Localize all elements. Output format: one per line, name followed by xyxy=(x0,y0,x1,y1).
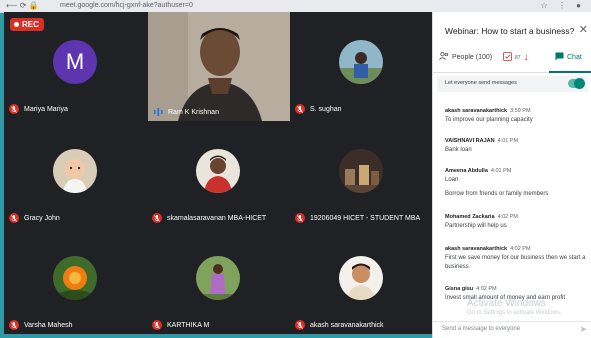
recording-badge: REC xyxy=(10,18,44,31)
recording-label: REC xyxy=(22,20,39,29)
participant-tile[interactable]: KARTHIKA M xyxy=(147,228,289,334)
toggle-label: Let everyone send messages xyxy=(445,80,517,86)
tab-raise-hands[interactable]: 87 ↓ xyxy=(503,52,529,63)
message-sender: Gisna gisu xyxy=(445,286,474,292)
avatar xyxy=(339,256,383,300)
avatar xyxy=(339,149,383,193)
meeting-grid: M Mariya Mariya Ram K Krishnan S. sughan… xyxy=(4,12,432,334)
chat-messages: akash saravanakarthick 3:59 PM To improve… xyxy=(433,96,591,316)
message-composer: Send a message to everyone ➤ xyxy=(433,321,591,338)
mic-off-icon xyxy=(9,213,19,223)
message-text: Loan xyxy=(445,177,459,183)
mic-off-icon xyxy=(9,320,19,330)
chat-message: akash saravanakarthick 4:02 PM First we s… xyxy=(445,246,588,272)
people-icon xyxy=(439,52,449,62)
tab-chat-label: Chat xyxy=(567,54,582,61)
mic-off-icon xyxy=(152,320,162,330)
message-sender: Ameena Abdulla xyxy=(445,168,488,174)
tab-people-label: People (100) xyxy=(452,53,493,61)
raise-hand-icon xyxy=(503,52,512,63)
panel-title: Webinar: How to start a business? xyxy=(445,26,575,36)
avatar xyxy=(196,256,240,300)
side-panel: Webinar: How to start a business? ✕ Peop… xyxy=(432,12,591,338)
record-dot-icon xyxy=(14,22,19,27)
active-tab-indicator xyxy=(549,71,591,73)
speaking-indicator-icon xyxy=(153,107,163,117)
raise-count: 87 xyxy=(515,54,521,61)
browser-nav-icons[interactable]: ⟵ ⟳ 🔒 xyxy=(6,0,39,12)
message-text: Bank loan xyxy=(445,147,472,153)
avatar xyxy=(339,40,383,84)
avatar xyxy=(196,149,240,193)
message-text: Borrow from friends or family members xyxy=(445,191,549,197)
participant-name: Ram K Krishnan xyxy=(168,108,219,116)
message-time: 3:59 PM xyxy=(510,108,531,114)
participant-name: S. sughan xyxy=(310,105,342,113)
participant-tile[interactable]: Gracy John xyxy=(4,121,146,227)
tab-chat[interactable]: Chat xyxy=(555,52,582,63)
participant-tile[interactable]: Varsha Mahesh xyxy=(4,228,146,334)
message-input[interactable]: Send a message to everyone xyxy=(442,326,520,332)
windows-activation-watermark: Activate Windows Go to Settings to activ… xyxy=(467,298,562,316)
message-sender: akash saravanakarthick xyxy=(445,108,508,114)
participant-tile[interactable]: 19206049 HICET - STUDENT MBA xyxy=(290,121,432,227)
message-time: 4:02 PM xyxy=(476,286,497,292)
participant-tile[interactable]: akash saravanakarthick xyxy=(290,228,432,334)
chat-message: akash saravanakarthick 3:59 PM To improve… xyxy=(445,108,588,125)
chat-permission-toggle[interactable] xyxy=(568,78,585,89)
message-text: To improve our planning capacity xyxy=(445,117,533,123)
mic-off-icon xyxy=(295,320,305,330)
message-text: First we save money for our business the… xyxy=(445,255,586,270)
participant-name: KARTHIKA M xyxy=(167,321,210,329)
message-time: 4:02 PM xyxy=(510,246,531,252)
speaker-video[interactable]: Ram K Krishnan xyxy=(148,12,290,121)
message-text: Partnership will help us xyxy=(445,223,507,229)
close-icon[interactable]: ✕ xyxy=(579,23,588,36)
panel-tabs: People (100) 87 ↓ Chat xyxy=(433,48,591,73)
participant-tile[interactable]: S. sughan xyxy=(290,12,432,118)
avatar xyxy=(53,256,97,300)
avatar: M xyxy=(53,40,97,84)
message-time: 4:02 PM xyxy=(497,214,519,220)
tab-people[interactable]: People (100) xyxy=(439,52,492,62)
message-sender: akash saravanakarthick xyxy=(445,246,508,252)
participant-name: akash saravanakarthick xyxy=(310,321,384,329)
message-sender: VAISHNAVI RAJAN xyxy=(445,138,495,144)
participant-name: Gracy John xyxy=(24,214,60,222)
arrow-down-icon: ↓ xyxy=(523,51,529,63)
browser-extension-icons[interactable]: ☆ ⋮ ● xyxy=(541,0,585,12)
participant-name: skamalasaravanan MBA-HICET xyxy=(167,214,267,222)
participant-name: Varsha Mahesh xyxy=(24,321,73,329)
browser-url[interactable]: meet.google.com/hcj-gxnf-ake?authuser=0 xyxy=(60,1,310,11)
chat-permission-row: Let everyone send messages xyxy=(437,76,588,92)
participant-tile[interactable]: skamalasaravanan MBA-HICET xyxy=(147,121,289,227)
message-time: 4:01 PM xyxy=(490,168,512,174)
participant-name: 19206049 HICET - STUDENT MBA xyxy=(310,214,421,222)
chat-icon xyxy=(555,52,564,63)
chat-message: VAISHNAVI RAJAN 4:01 PM Bank loan xyxy=(445,138,588,155)
chat-message: Ameena Abdulla 4:01 PM Loan Borrow from f… xyxy=(445,168,588,199)
participant-name: Mariya Mariya xyxy=(24,105,68,113)
mic-off-icon xyxy=(295,213,305,223)
mic-off-icon xyxy=(152,213,162,223)
message-time: 4:01 PM xyxy=(497,138,519,144)
send-icon[interactable]: ➤ xyxy=(579,324,587,335)
activate-subtitle: Go to Settings to activate Windows. xyxy=(467,310,562,316)
avatar xyxy=(53,149,97,193)
mic-off-icon xyxy=(9,104,19,114)
message-sender: Mohamed Zackaria xyxy=(445,214,495,220)
activate-title: Activate Windows xyxy=(467,298,546,309)
mic-off-icon xyxy=(295,104,305,114)
chat-message: Mohamed Zackaria 4:02 PM Partnership will… xyxy=(445,214,588,231)
